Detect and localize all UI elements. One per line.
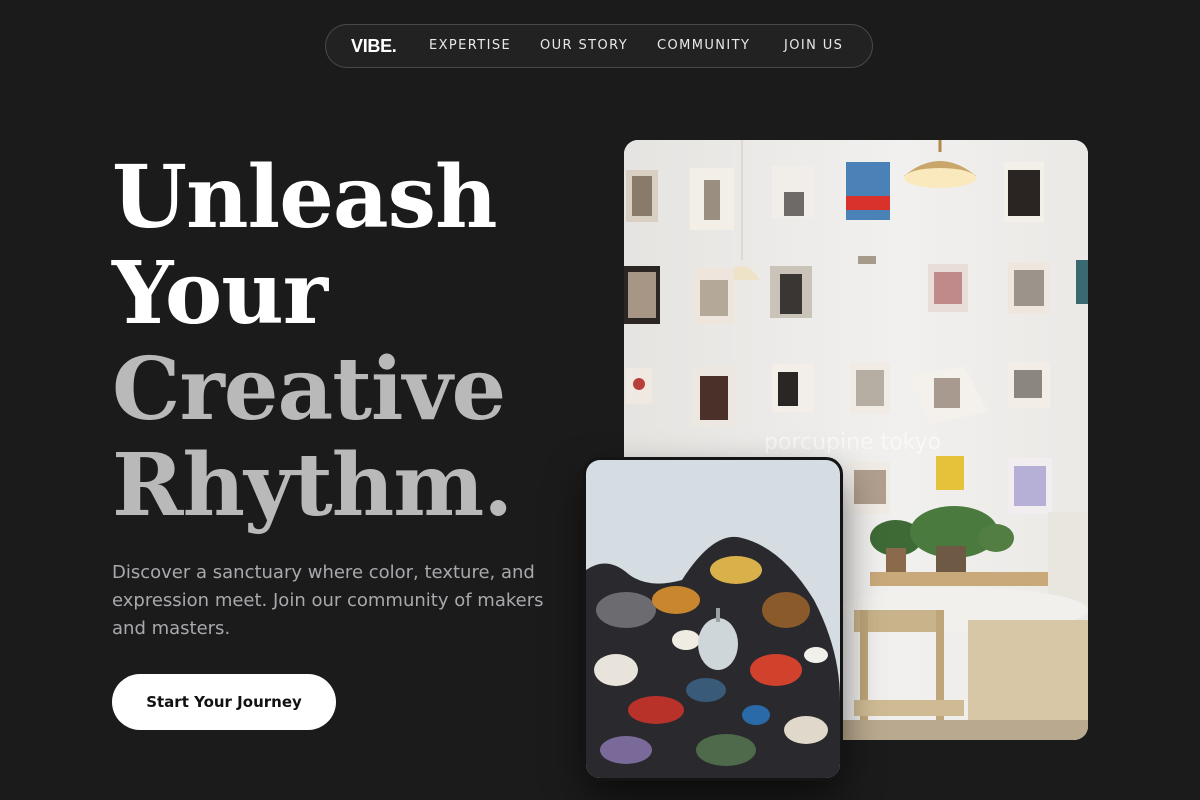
wall-watermark: porcupine tokyo bbox=[764, 430, 942, 455]
hero-headline: Unleash Your Creative Rhythm. bbox=[112, 147, 513, 536]
nav-link-join-us[interactable]: JOIN US bbox=[784, 38, 843, 53]
paint-palette-photo bbox=[586, 460, 840, 778]
nav-link-community[interactable]: COMMUNITY bbox=[657, 38, 750, 53]
hero-subtext: Discover a sanctuary where color, textur… bbox=[112, 562, 544, 639]
top-nav: VIBE. EXPERTISE OUR STORY COMMUNITY JOIN… bbox=[325, 24, 873, 68]
nav-link-our-story[interactable]: OUR STORY bbox=[540, 38, 628, 53]
brand-logo[interactable]: VIBE. bbox=[351, 36, 397, 57]
start-journey-button[interactable]: Start Your Journey bbox=[112, 674, 336, 730]
headline-line-2: Your bbox=[112, 243, 328, 344]
nav-link-expertise[interactable]: EXPERTISE bbox=[429, 38, 511, 53]
headline-line-1: Unleash bbox=[112, 147, 498, 248]
headline-line-4: Rhythm. bbox=[112, 435, 513, 536]
headline-line-3: Creative bbox=[112, 339, 506, 440]
